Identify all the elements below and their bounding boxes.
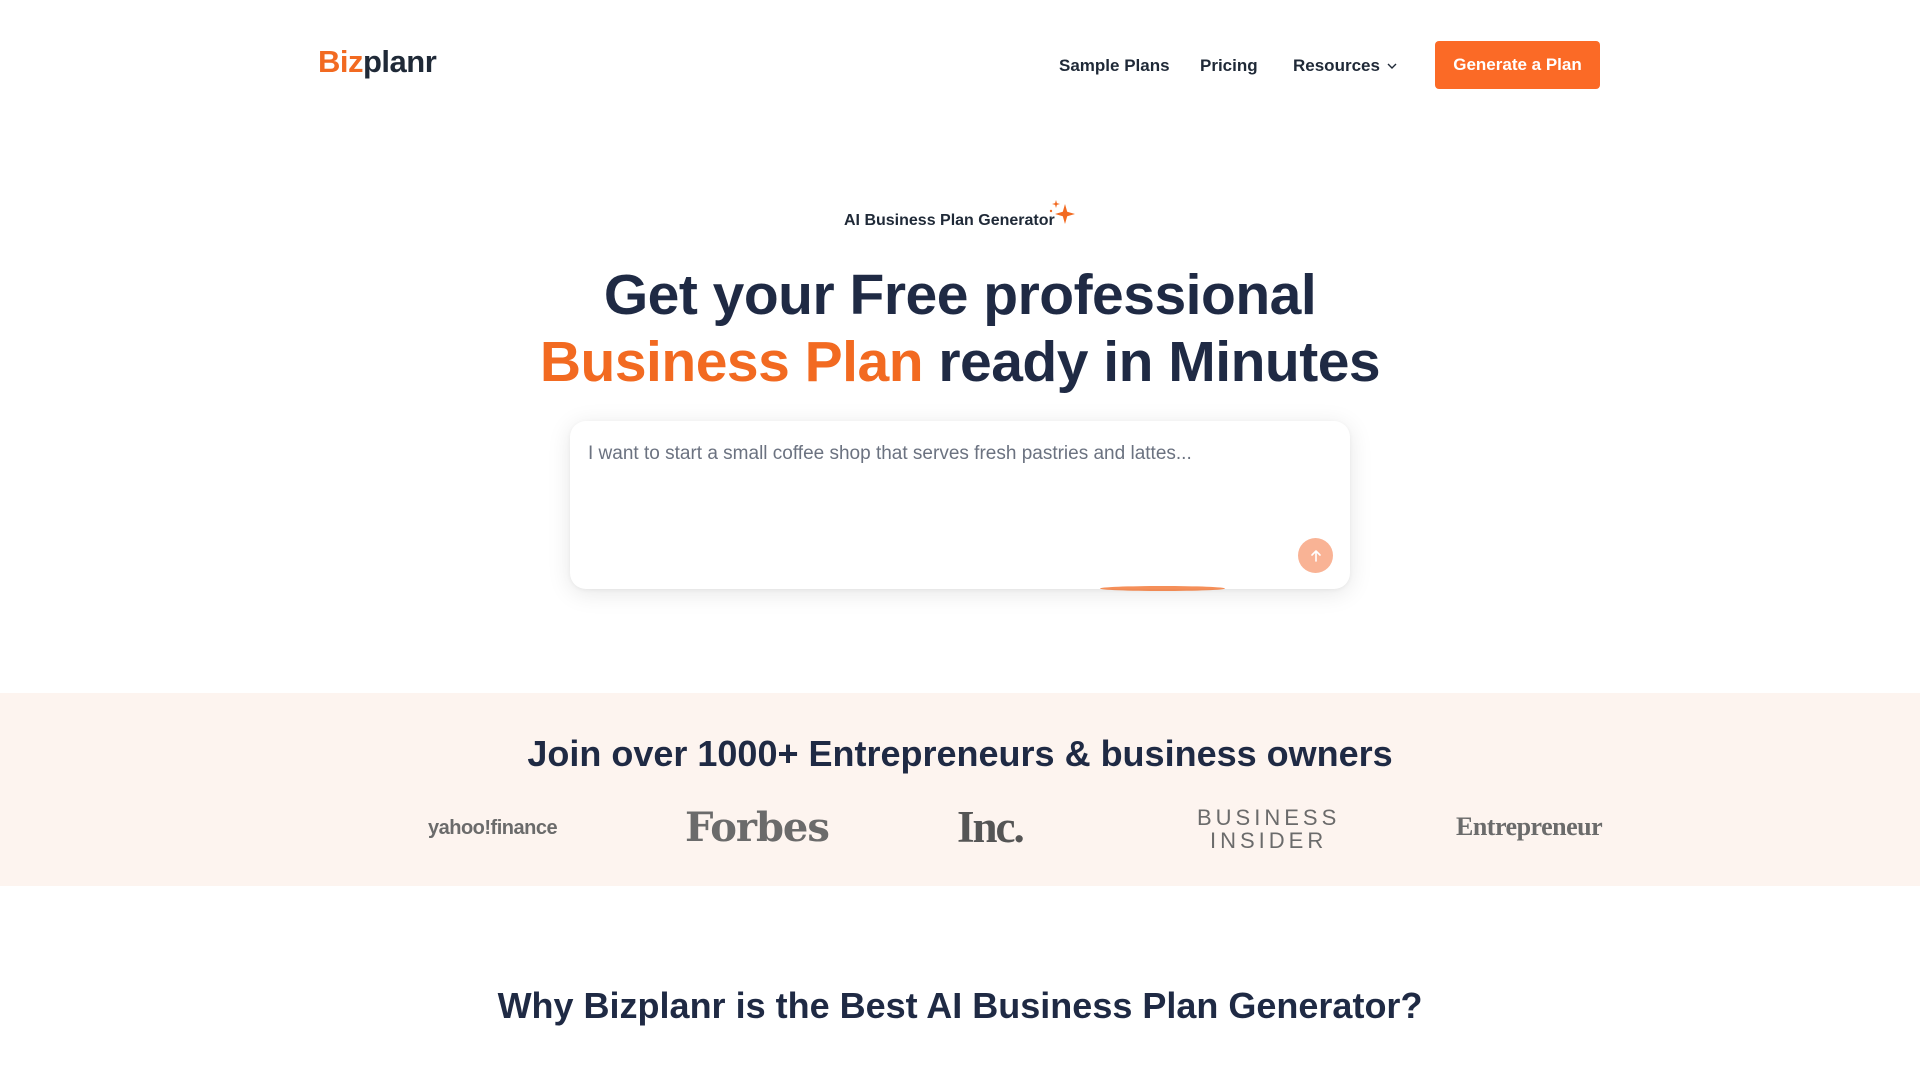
business-insider-line-2: INSIDER	[1210, 828, 1328, 853]
inc-logo: Inc.	[957, 802, 1025, 852]
headline-line-2: Business Plan ready in Minutes	[0, 329, 1920, 395]
forbes-logo: Forbes	[685, 804, 830, 851]
headline-rest: ready in Minutes	[923, 330, 1381, 394]
business-idea-placeholder: I want to start a small coffee shop that…	[588, 443, 1192, 464]
nav-pricing[interactable]: Pricing	[1200, 56, 1258, 76]
why-section-title: Why Bizplanr is the Best AI Business Pla…	[497, 985, 1423, 1026]
chevron-down-icon	[1387, 63, 1397, 69]
arrow-up-icon	[1310, 549, 1321, 562]
site-header: Bizplanr Sample Plans Pricing Resources …	[0, 0, 1920, 130]
business-insider-line-1: BUSINESS	[1197, 805, 1341, 830]
logo[interactable]: Bizplanr	[318, 44, 437, 80]
nav-sample-plans[interactable]: Sample Plans	[1059, 56, 1170, 76]
sparkle-icon	[1049, 200, 1075, 224]
eyebrow-label: AI Business Plan Generator	[844, 212, 1055, 229]
submit-idea-button[interactable]	[1298, 538, 1333, 573]
business-insider-logo: BUSINESS INSIDER	[1197, 806, 1340, 852]
nav-resources[interactable]: Resources	[1293, 56, 1398, 76]
yahoo-finance-logo: yahoo!finance	[428, 817, 558, 839]
logo-part-planr: planr	[363, 44, 437, 79]
prompt-glow-accent	[1100, 586, 1225, 591]
logo-part-biz: Biz	[318, 44, 364, 79]
entrepreneur-logo: Entrepreneur	[1456, 812, 1603, 841]
business-idea-input[interactable]: I want to start a small coffee shop that…	[570, 421, 1350, 589]
headline-line-1: Get your Free professional	[603, 263, 1317, 327]
social-proof-title: Join over 1000+ Entrepreneurs & business…	[527, 733, 1393, 774]
generate-plan-button[interactable]: Generate a Plan	[1435, 41, 1600, 89]
nav-resources-label: Resources	[1293, 56, 1380, 75]
headline-accent: Business Plan	[539, 330, 924, 394]
social-proof-band: Join over 1000+ Entrepreneurs & business…	[0, 693, 1920, 886]
